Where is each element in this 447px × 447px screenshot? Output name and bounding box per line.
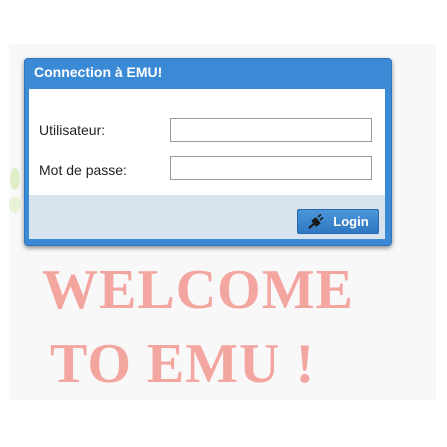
login-dialog-body: Utilisateur: Mot de passe: Login xyxy=(29,89,385,239)
leaf-decoration xyxy=(10,168,20,190)
login-action-bar: Login xyxy=(29,195,385,239)
leaf-decoration xyxy=(9,197,21,213)
welcome-heading-line1: WELCOME xyxy=(42,259,354,321)
welcome-heading-line2: TO EMU ! xyxy=(50,333,316,395)
plug-icon xyxy=(307,213,327,230)
login-form: Utilisateur: Mot de passe: xyxy=(29,89,385,195)
password-label: Mot de passe: xyxy=(39,162,127,178)
username-label: Utilisateur: xyxy=(39,122,106,138)
login-dialog-title: Connection à EMU! xyxy=(34,64,163,80)
username-field[interactable] xyxy=(170,118,372,142)
login-dialog: Connection à EMU! Utilisateur: Mot de pa… xyxy=(24,58,392,246)
login-button-label: Login xyxy=(333,214,369,229)
password-field[interactable] xyxy=(170,156,372,180)
login-button[interactable]: Login xyxy=(297,209,379,234)
